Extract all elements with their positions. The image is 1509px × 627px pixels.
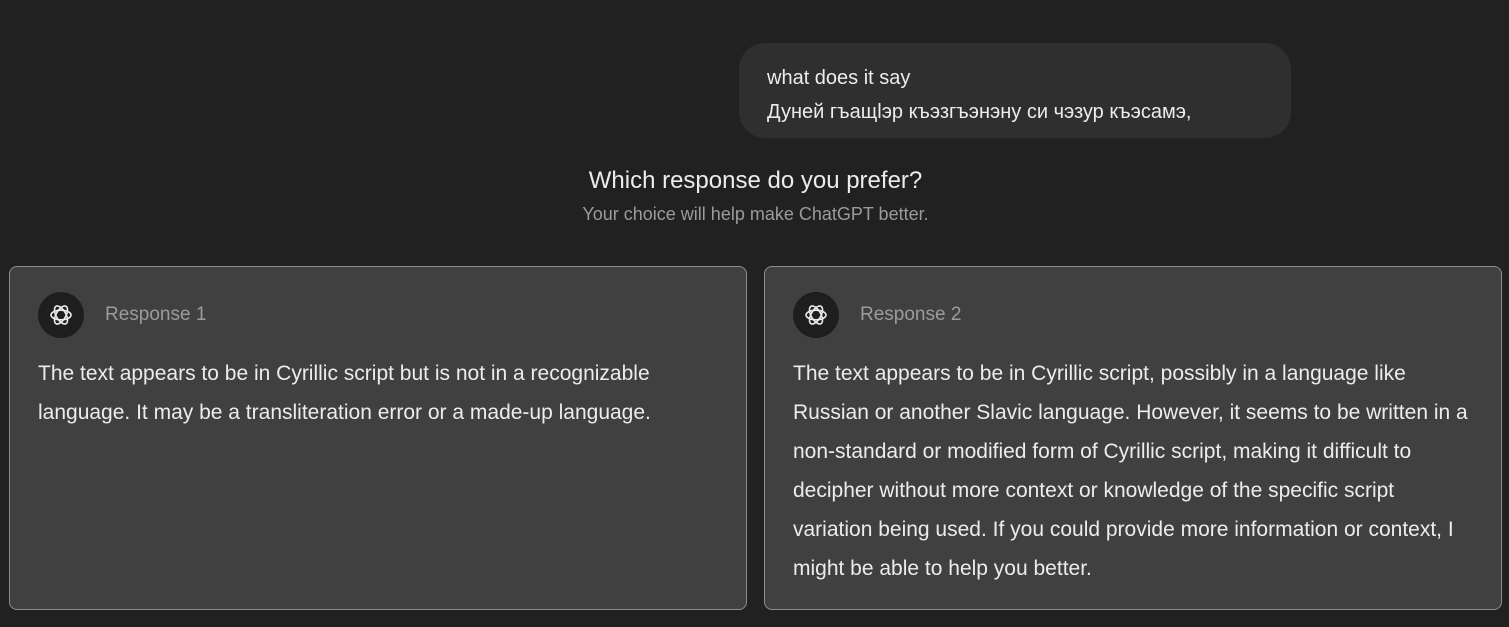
response-1-header: Response 1 — [38, 292, 206, 338]
response-1-title: Response 1 — [105, 304, 207, 325]
user-message-line-2: Дуней гъащlэр къэзгъэнэну си чэзур къэса… — [767, 101, 1192, 123]
response-1-card[interactable]: Response 1 The text appears to be in Cyr… — [9, 266, 747, 610]
openai-logo-icon — [38, 292, 84, 338]
response-2-text: The text appears to be in Cyrillic scrip… — [793, 362, 1468, 580]
response-1-text: The text appears to be in Cyrillic scrip… — [38, 362, 651, 424]
chat-page: what does it say Дуней гъащlэр къэзгъэнэ… — [0, 0, 1509, 627]
comparison-heading: Which response do you prefer? — [588, 167, 923, 194]
user-message-bubble: what does it say Дуней гъащlэр къэзгъэнэ… — [739, 43, 1291, 138]
user-message-line-1: what does it say — [767, 67, 911, 89]
response-2-card[interactable]: Response 2 The text appears to be in Cyr… — [764, 266, 1502, 610]
comparison-subheading: Your choice will help make ChatGPT bette… — [582, 204, 929, 224]
response-2-header: Response 2 — [793, 292, 961, 338]
response-2-title: Response 2 — [860, 304, 962, 325]
openai-logo-icon — [793, 292, 839, 338]
